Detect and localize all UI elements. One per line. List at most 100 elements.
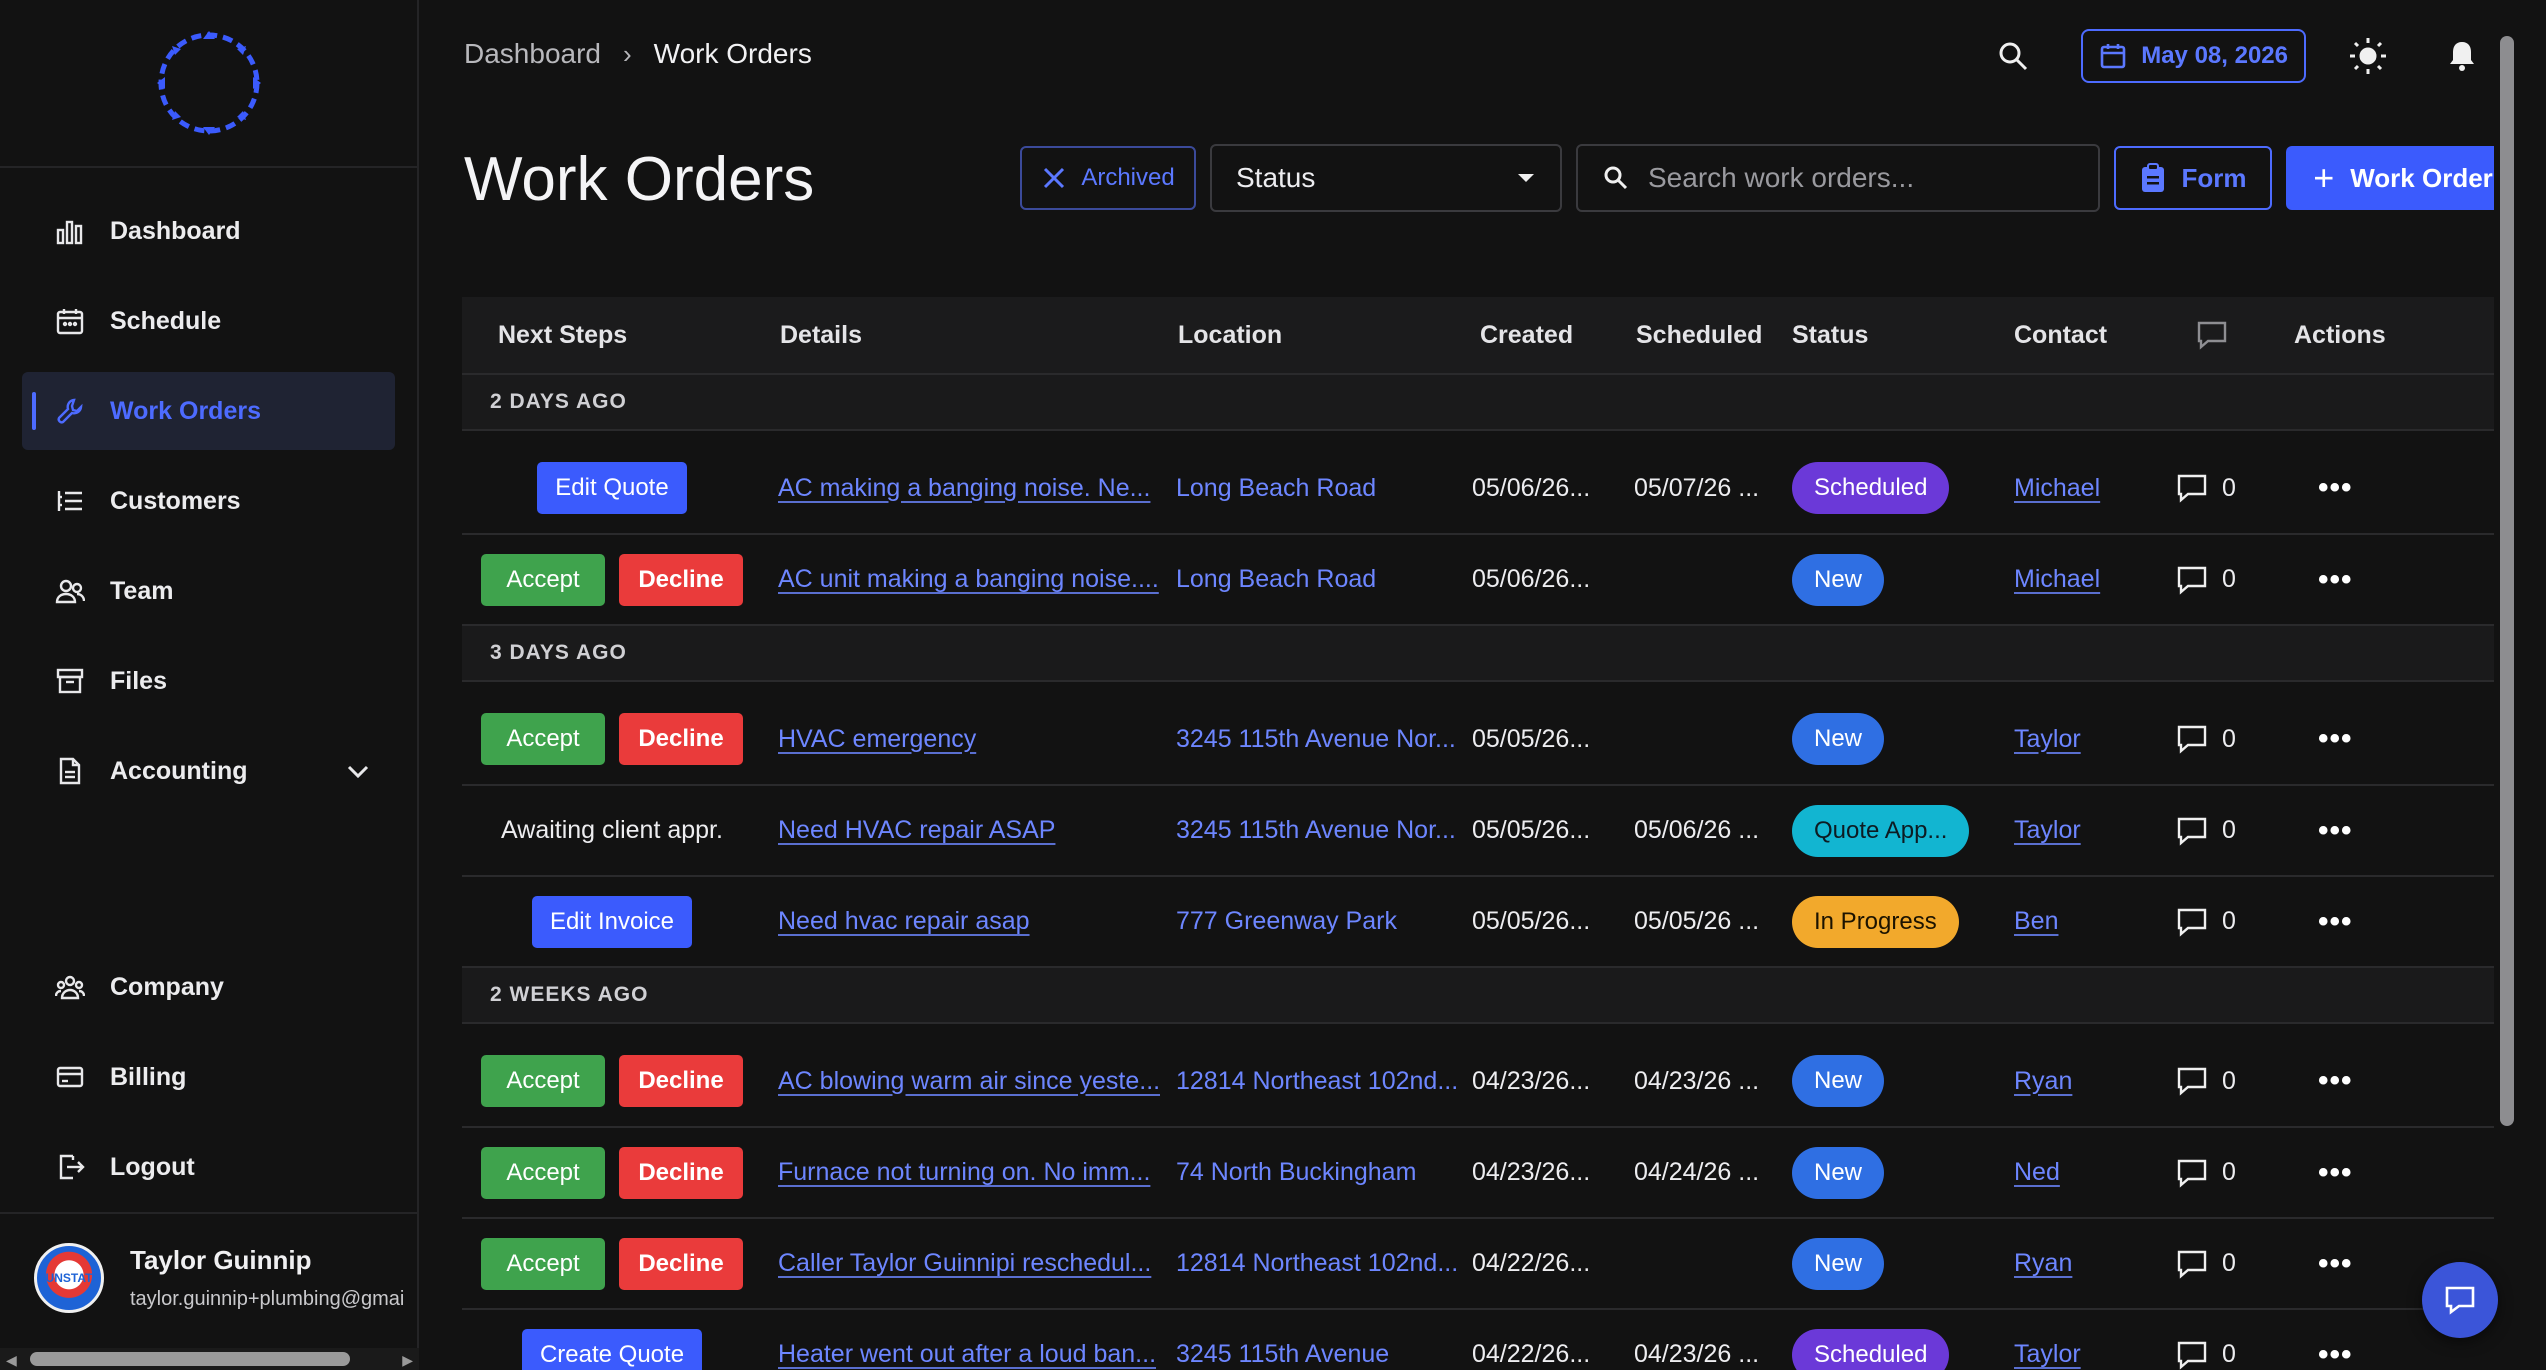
user-profile[interactable]: SUNSTATE Taylor Guinnip taylor.guinnip+p… <box>0 1212 419 1342</box>
table-row[interactable]: Edit Invoice Need hvac repair asap 777 Gre… <box>462 877 2520 968</box>
chat-button[interactable] <box>2422 1262 2498 1338</box>
more-actions-icon[interactable]: ••• <box>2318 1247 2353 1280</box>
details-link[interactable]: AC making a banging noise. Ne... <box>778 474 1150 502</box>
table-row[interactable]: Accept Decline Caller Taylor Guinnipi resc… <box>462 1219 2520 1310</box>
vertical-scrollbar[interactable] <box>2494 0 2520 1370</box>
edit-invoice-button[interactable]: Edit Invoice <box>531 895 693 948</box>
details-link[interactable]: Furnace not turning on. No imm... <box>778 1158 1150 1186</box>
decline-button[interactable]: Decline <box>619 1055 743 1107</box>
accept-button[interactable]: Accept <box>481 553 605 606</box>
more-actions-icon[interactable]: ••• <box>2318 1156 2353 1189</box>
details-link[interactable]: Caller Taylor Guinnipi reschedul... <box>778 1249 1151 1277</box>
sidebar-item-billing[interactable]: Billing <box>22 1038 395 1116</box>
details-link[interactable]: Need hvac repair asap <box>778 907 1030 935</box>
table-row[interactable]: Awaiting client appr. Need HVAC repair AS… <box>462 786 2520 877</box>
location-link[interactable]: 12814 Northeast 102nd... <box>1176 1067 1458 1095</box>
form-button[interactable]: Form <box>2114 146 2272 210</box>
more-actions-icon[interactable]: ••• <box>2318 722 2353 755</box>
comments-cell[interactable]: 0 <box>2160 1340 2280 1370</box>
table-row[interactable]: Edit Quote AC making a banging noise. Ne.… <box>462 431 2520 535</box>
accept-button[interactable]: Accept <box>481 1055 605 1107</box>
scrollbar-thumb[interactable] <box>30 1352 350 1366</box>
comments-cell[interactable]: 0 <box>2160 1066 2280 1096</box>
sidebar-item-files[interactable]: Files <box>22 642 395 720</box>
contact-link[interactable]: Ned <box>2014 1158 2060 1186</box>
sidebar-item-logout[interactable]: Logout <box>22 1128 395 1206</box>
more-actions-icon[interactable]: ••• <box>2318 1064 2353 1097</box>
location-link[interactable]: 74 North Buckingham <box>1176 1158 1416 1186</box>
col-details[interactable]: Details <box>762 321 1160 350</box>
table-row[interactable]: Accept Decline Furnace not turning on. No … <box>462 1128 2520 1219</box>
location-link[interactable]: Long Beach Road <box>1176 474 1376 502</box>
more-actions-icon[interactable]: ••• <box>2318 563 2353 596</box>
location-link[interactable]: 3245 115th Avenue Nor... <box>1176 816 1456 844</box>
col-location[interactable]: Location <box>1160 321 1460 350</box>
date-picker-button[interactable]: May 08, 2026 <box>2081 29 2306 83</box>
more-actions-icon[interactable]: ••• <box>2318 814 2353 847</box>
scroll-left-icon[interactable]: ◀ <box>6 1352 17 1369</box>
status-select[interactable]: Status <box>1210 144 1562 212</box>
sun-icon[interactable] <box>2340 28 2396 84</box>
chevron-down-icon[interactable] <box>343 756 373 793</box>
col-status[interactable]: Status <box>1788 321 1988 350</box>
comments-cell[interactable]: 0 <box>2160 816 2280 846</box>
logo[interactable] <box>0 0 417 168</box>
col-scheduled[interactable]: Scheduled <box>1622 321 1788 350</box>
location-link[interactable]: 12814 Northeast 102nd... <box>1176 1249 1458 1277</box>
sidebar-item-dashboard[interactable]: Dashboard <box>22 192 395 270</box>
decline-button[interactable]: Decline <box>619 1237 743 1290</box>
create-quote-button[interactable]: Create Quote <box>521 1328 703 1370</box>
location-link[interactable]: Long Beach Road <box>1176 565 1376 593</box>
details-link[interactable]: Heater went out after a loud ban... <box>778 1340 1156 1368</box>
contact-link[interactable]: Ryan <box>2014 1249 2072 1277</box>
edit-quote-button[interactable]: Edit Quote <box>537 462 687 514</box>
accept-button[interactable]: Accept <box>481 1146 605 1199</box>
sidebar-item-customers[interactable]: Customers <box>22 462 395 540</box>
decline-button[interactable]: Decline <box>619 1146 743 1199</box>
details-link[interactable]: AC unit making a banging noise.... <box>778 565 1159 593</box>
comments-cell[interactable]: 0 <box>2160 1249 2280 1279</box>
more-actions-icon[interactable]: ••• <box>2318 1338 2353 1370</box>
sidebar-item-accounting[interactable]: Accounting <box>22 732 395 810</box>
contact-link[interactable]: Taylor <box>2014 725 2081 753</box>
col-contact[interactable]: Contact <box>1988 321 2160 350</box>
decline-button[interactable]: Decline <box>619 713 743 765</box>
contact-link[interactable]: Michael <box>2014 474 2100 502</box>
location-link[interactable]: 777 Greenway Park <box>1176 907 1397 935</box>
archived-filter-button[interactable]: Archived <box>1020 146 1196 210</box>
search-input[interactable]: Search work orders... <box>1576 144 2100 212</box>
contact-link[interactable]: Taylor <box>2014 1340 2081 1368</box>
table-row[interactable]: Accept Decline AC unit making a banging no… <box>462 535 2520 626</box>
accept-button[interactable]: Accept <box>481 1237 605 1290</box>
location-link[interactable]: 3245 115th Avenue <box>1176 1340 1389 1368</box>
sidebar-item-team[interactable]: Team <box>22 552 395 630</box>
comments-cell[interactable]: 0 <box>2160 907 2280 937</box>
breadcrumb-home[interactable]: Dashboard <box>464 38 601 70</box>
comments-cell[interactable]: 0 <box>2160 1158 2280 1188</box>
bell-icon[interactable] <box>2434 28 2490 84</box>
comments-cell[interactable]: 0 <box>2160 724 2280 754</box>
details-link[interactable]: AC blowing warm air since yeste... <box>778 1067 1160 1095</box>
col-next-steps[interactable]: Next Steps <box>462 321 762 350</box>
scroll-right-icon[interactable]: ▶ <box>402 1352 413 1369</box>
scrollbar-thumb[interactable] <box>2500 36 2514 1126</box>
table-row[interactable]: Accept Decline HVAC emergency 3245 115th Av… <box>462 682 2520 786</box>
details-link[interactable]: HVAC emergency <box>778 725 976 753</box>
search-icon[interactable] <box>1985 28 2041 84</box>
sidebar-item-schedule[interactable]: Schedule <box>22 282 395 360</box>
contact-link[interactable]: Ryan <box>2014 1067 2072 1095</box>
add-work-order-button[interactable]: + Work Order <box>2286 146 2520 210</box>
decline-button[interactable]: Decline <box>619 553 743 606</box>
horizontal-scrollbar[interactable]: ◀ ▶ <box>0 1348 419 1370</box>
sidebar-item-company[interactable]: Company <box>22 948 395 1026</box>
location-link[interactable]: 3245 115th Avenue Nor... <box>1176 725 1456 753</box>
details-link[interactable]: Need HVAC repair ASAP <box>778 816 1055 844</box>
table-row[interactable]: Create Quote Heater went out after a loud… <box>462 1310 2520 1370</box>
contact-link[interactable]: Michael <box>2014 565 2100 593</box>
contact-link[interactable]: Taylor <box>2014 816 2081 844</box>
col-created[interactable]: Created <box>1460 321 1622 350</box>
contact-link[interactable]: Ben <box>2014 907 2058 935</box>
more-actions-icon[interactable]: ••• <box>2318 471 2353 504</box>
sidebar-item-work-orders[interactable]: Work Orders <box>22 372 395 450</box>
comments-cell[interactable]: 0 <box>2160 565 2280 595</box>
